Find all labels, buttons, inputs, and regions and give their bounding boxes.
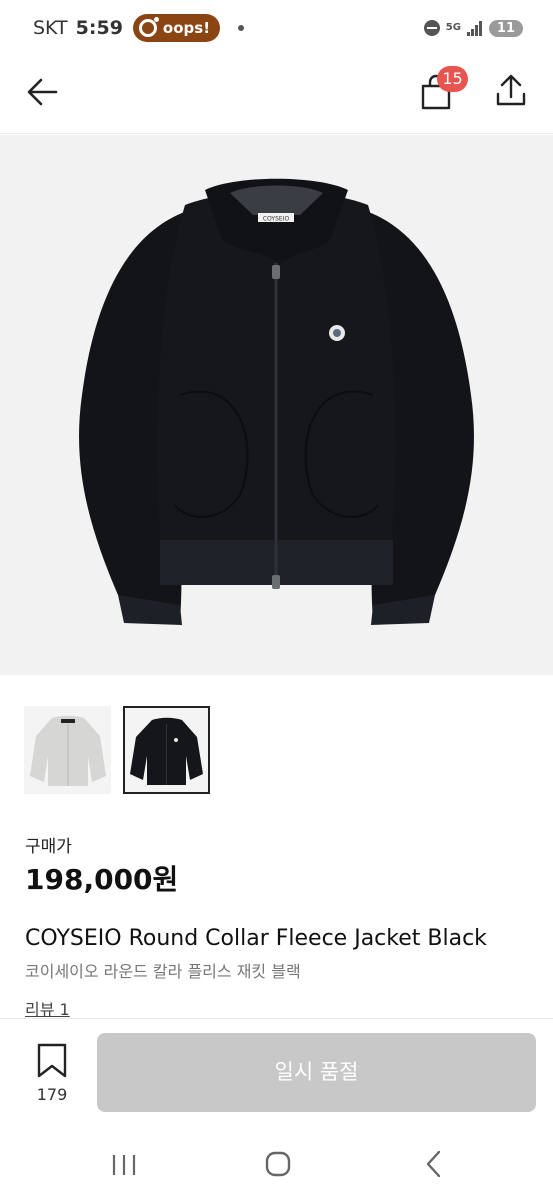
share-button[interactable] — [490, 70, 532, 112]
do-not-disturb-icon — [423, 20, 440, 36]
battery-indicator: 11 — [488, 19, 523, 37]
signal-icon — [466, 20, 483, 36]
notification-dot-icon — [238, 25, 245, 31]
app-header: 15 — [0, 56, 553, 134]
clock: 5:59 — [75, 17, 123, 39]
recent-apps-icon — [112, 1155, 136, 1175]
status-indicators: 5G 11 — [423, 19, 523, 37]
bottom-action-bar: 179 일시 품절 — [0, 1018, 553, 1130]
soldout-button[interactable]: 일시 품절 — [97, 1033, 536, 1112]
product-subtitle: 코이세이오 라운드 칼라 플리스 재킷 블랙 — [25, 962, 301, 981]
garment-label-text: COYSEIO — [263, 216, 290, 223]
bookmark-count: 179 — [36, 1085, 68, 1104]
review-link[interactable]: 리뷰 1 — [25, 996, 70, 1020]
product-title: COYSEIO Round Collar Fleece Jacket Black — [25, 926, 487, 951]
back-arrow-icon — [27, 78, 58, 106]
thumbnail-image — [30, 715, 106, 786]
oops-logo-icon — [138, 17, 159, 37]
recent-apps-button[interactable] — [109, 1150, 139, 1180]
home-button[interactable] — [262, 1148, 294, 1180]
oops-notification-pill: oops! — [132, 14, 221, 42]
carrier-label: SKT — [33, 17, 68, 39]
chevron-left-icon — [426, 1150, 441, 1178]
cart-count-badge: 15 — [437, 66, 468, 92]
price-value: 198,000원 — [25, 863, 179, 896]
oops-label: oops! — [162, 19, 211, 37]
status-bar: SKT 5:59 oops! 5G 11 — [0, 0, 553, 56]
thumbnail-gray-jacket[interactable] — [24, 706, 111, 794]
product-main-image[interactable]: COYSEIO — [0, 135, 553, 675]
jacket-image: COYSEIO — [79, 178, 474, 625]
bookmark-icon — [37, 1043, 67, 1078]
system-nav-bar — [0, 1130, 553, 1200]
home-icon — [265, 1151, 291, 1177]
price-label: 구매가 — [25, 837, 72, 857]
system-back-button[interactable] — [420, 1148, 446, 1180]
thumbnail-black-jacket-selected[interactable] — [123, 706, 210, 794]
network-type: 5G — [445, 22, 461, 33]
share-icon — [496, 74, 526, 106]
back-button[interactable] — [22, 72, 64, 114]
thumbnail-image — [130, 717, 203, 785]
bookmark-button[interactable]: 179 — [26, 1043, 78, 1109]
